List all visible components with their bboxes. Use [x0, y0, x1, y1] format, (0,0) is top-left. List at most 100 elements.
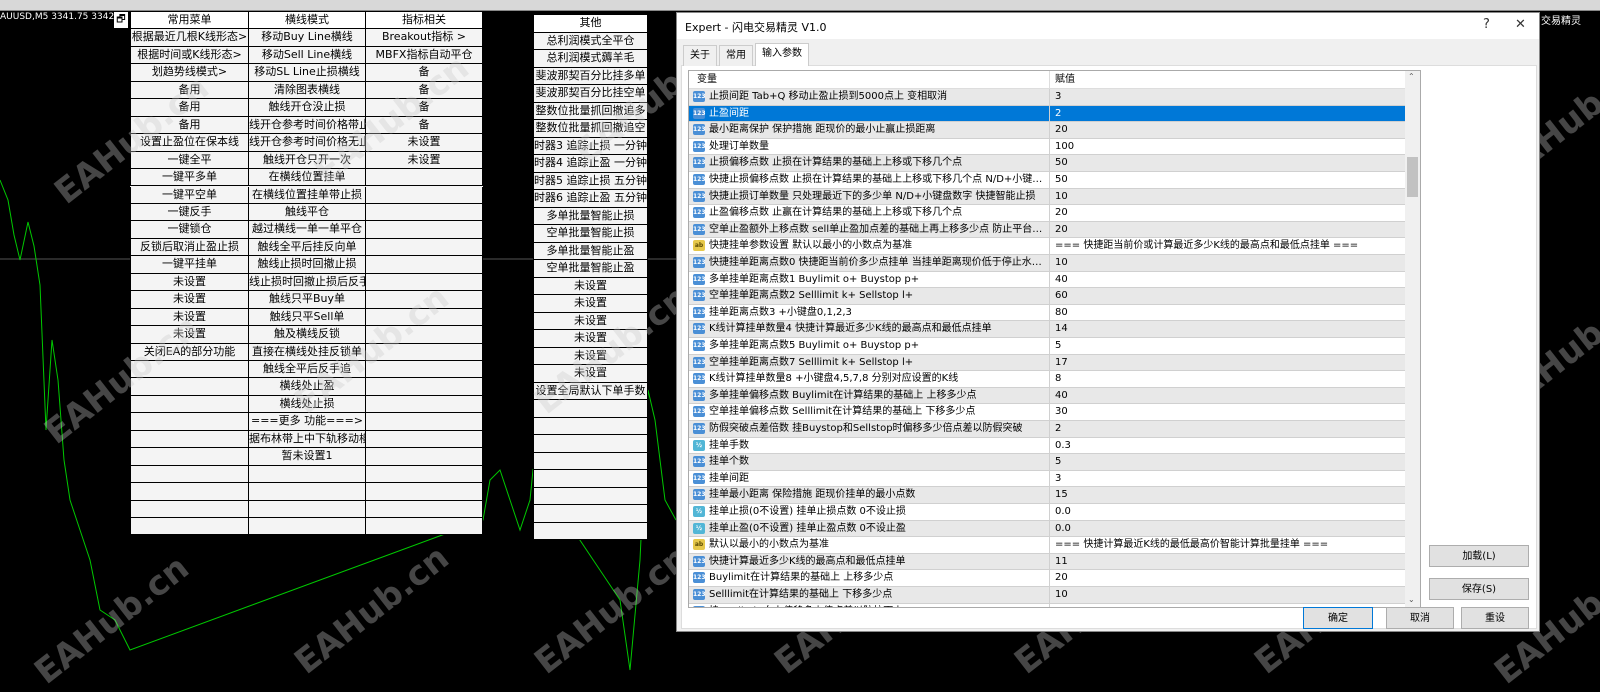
menu-button[interactable]: 根据时间或K线形态>	[130, 46, 249, 65]
tab-input-parameters[interactable]: 输入参数	[755, 43, 809, 66]
menu-button[interactable]: 备	[366, 116, 483, 135]
parameter-row[interactable]: 123 K线计算挂单数量8 +小键盘4,5,7,8 分别对应设置的K线 8	[689, 371, 1405, 388]
parameter-row[interactable]: 123 快捷止损订单数量 只处理最近下的多少单 N/D+小键盘数字 快捷智能止损 1…	[689, 188, 1405, 206]
menu-button[interactable]: 在横线位置挂单带止损	[249, 186, 366, 204]
menu-button[interactable]: Breakout指标 >	[366, 29, 483, 47]
menu-button[interactable]: 划趋势线模式>	[130, 64, 249, 82]
other-menu-button[interactable]: 多单批量智能止损	[533, 207, 648, 225]
menu-button[interactable]: 一键平多单	[130, 169, 249, 187]
other-menu-button[interactable]: 空单批量智能止盈	[533, 260, 648, 278]
parameter-row[interactable]: 123 多单挂单距离点数5 Buylimit o+ Buystop p+ 5	[689, 338, 1405, 355]
parameter-value[interactable]: 0.0	[1049, 520, 1405, 537]
other-menu-button[interactable]: 斐波那契百分比挂多单	[533, 67, 648, 85]
other-menu-button[interactable]: 未设置	[533, 347, 648, 365]
other-menu-button[interactable]: 时器3 追踪止损 一分钟周	[533, 137, 648, 155]
parameter-row[interactable]: 123 挂单个数 5	[689, 454, 1405, 471]
cancel-button[interactable]: 取消	[1386, 607, 1454, 629]
parameter-value[interactable]: 14	[1049, 321, 1405, 338]
parameter-value[interactable]: 10	[1049, 255, 1405, 271]
parameter-value[interactable]: === 快捷距当前价或计算最近多少K线的最高点和最低点挂单 ===	[1049, 238, 1405, 255]
menu-button[interactable]: 触线全平后反手追	[249, 361, 366, 379]
parameter-value[interactable]: 15	[1049, 487, 1405, 504]
parameter-row[interactable]: 123 空单挂单距离点数2 Selllimit k+ Sellstop l+ 60	[689, 288, 1405, 305]
parameter-row[interactable]: 123挂Buylimit 向上偏移多少倍点差以防拉下上2	[689, 603, 1405, 607]
parameter-value[interactable]: 3	[1049, 470, 1405, 487]
menu-button[interactable]: 根据最近几根K线形态>	[130, 29, 249, 47]
scroll-up-icon[interactable]: ⌃	[1408, 72, 1415, 81]
scrollbar-thumb[interactable]	[1407, 157, 1418, 197]
menu-button[interactable]: 线止损时回撤止损后反手	[249, 273, 366, 292]
menu-button[interactable]: 备	[366, 81, 483, 100]
menu-button[interactable]: 备用	[130, 99, 249, 117]
menu-button[interactable]: 备用	[130, 116, 249, 135]
other-menu-button[interactable]: 未设置	[533, 330, 648, 348]
menu-button[interactable]: 一键平空单	[130, 186, 249, 204]
menu-button[interactable]: 触线止损时回撤止损	[249, 256, 366, 274]
parameter-value[interactable]: 20	[1049, 570, 1405, 587]
save-button[interactable]: 保存(S)	[1429, 578, 1529, 600]
other-menu-button[interactable]: 时器6 追踪止盈 五分钟周	[533, 190, 648, 208]
menu-button[interactable]: 触线开仓没止损	[249, 99, 366, 117]
menu-button[interactable]: 一键锁仓	[130, 221, 249, 239]
parameter-value[interactable]: 30	[1049, 404, 1405, 421]
menu-button[interactable]: 直接在横线处挂反锁单	[249, 343, 366, 361]
menu-button[interactable]: 据布林带上中下轨移动横	[249, 430, 366, 449]
parameter-row[interactable]: 123 挂单间距 3	[689, 470, 1405, 488]
other-menu-button[interactable]: 未设置	[533, 295, 648, 313]
menu-button[interactable]: 暂未设置1	[249, 448, 366, 466]
other-menu-button[interactable]: 整数位批量抓回撤追空	[533, 120, 648, 138]
parameter-value[interactable]: 20	[1049, 122, 1405, 139]
menu-button[interactable]: 未设置	[130, 291, 249, 309]
restore-window-icon[interactable]: 🗗	[114, 12, 128, 28]
parameter-row[interactable]: 123 挂单距离点数3 +小键盘0,1,2,3 80	[689, 304, 1405, 322]
menu-button[interactable]: 移动SL Line止损横线	[249, 64, 366, 82]
menu-button[interactable]: 未设置	[366, 151, 483, 170]
menu-button[interactable]: 线开仓参考时间价格无止	[249, 134, 366, 152]
parameter-value[interactable]: 50	[1049, 155, 1405, 172]
parameter-row[interactable]: 123 挂单最小距离 保险措施 距现价挂单的最小点数 15	[689, 487, 1405, 504]
parameter-value[interactable]: 5	[1049, 454, 1405, 471]
menu-button[interactable]: 一键反手	[130, 203, 249, 222]
parameter-value[interactable]: 10	[1049, 188, 1405, 205]
menu-button[interactable]: 移动Sell Line横线	[249, 46, 366, 65]
close-icon[interactable]: ✕	[1515, 17, 1526, 32]
menu-button[interactable]: 一键全平	[130, 151, 249, 170]
menu-button[interactable]: 越过横线一单一单平仓	[249, 221, 366, 239]
menu-button[interactable]: MBFX指标自动平仓	[366, 46, 483, 65]
parameter-row[interactable]: 123 Buylimit在计算结果的基础上 上移多少点 20	[689, 570, 1405, 587]
menu-button[interactable]: 未设置	[130, 326, 249, 344]
menu-button[interactable]: 触线开仓只开一次	[249, 151, 366, 170]
menu-button[interactable]: 未设置	[130, 308, 249, 327]
parameter-value[interactable]: 20	[1049, 205, 1405, 222]
menu-button[interactable]: 横线处止损	[249, 395, 366, 414]
menu-button[interactable]: 备	[366, 64, 483, 82]
parameter-row[interactable]: 123 快捷止损偏移点数 止损在计算结果的基础上上移或下移几个点 N/D+小键盘?…	[689, 172, 1405, 189]
load-button[interactable]: 加载(L)	[1429, 545, 1529, 567]
parameter-value[interactable]: 60	[1049, 288, 1405, 305]
parameter-value[interactable]: 17	[1049, 354, 1405, 371]
parameter-value[interactable]: 40	[1049, 271, 1405, 288]
parameter-value[interactable]: 2	[1049, 421, 1405, 437]
parameter-value[interactable]: 40	[1049, 387, 1405, 404]
ok-button[interactable]: 确定	[1303, 607, 1373, 629]
tab-common[interactable]: 常用	[719, 45, 753, 66]
other-menu-button[interactable]: 设置全局默认下单手数	[533, 382, 648, 400]
parameter-row[interactable]: 123 多单挂单距离点数1 Buylimit o+ Buystop p+ 40	[689, 271, 1405, 289]
parameter-row[interactable]: 123 快捷挂单距离点数0 快捷距当前价多少点挂单 当挂单距离现价低于停止水平..…	[689, 255, 1405, 272]
parameter-row[interactable]: ab 默认以最小的小数点为基准 === 快捷计算最近K线的最低最高价智能计算批量挂单…	[689, 537, 1405, 554]
parameter-row[interactable]: 123 Selllimit在计算结果的基础上 下移多少点 10	[689, 587, 1405, 604]
parameter-value[interactable]: 5	[1049, 338, 1405, 354]
menu-button[interactable]: ===更多 功能===>	[249, 413, 366, 431]
parameter-value[interactable]: 0.3	[1049, 437, 1405, 454]
tab-about[interactable]: 关于	[683, 45, 717, 66]
other-menu-button[interactable]: 多单批量智能止盈	[533, 242, 648, 260]
list-scrollbar[interactable]: ⌃ ⌄	[1405, 71, 1420, 607]
parameter-row[interactable]: 123 快捷计算最近多少K线的最高点和最低点挂单 11	[689, 553, 1405, 571]
menu-button[interactable]: 清除图表横线	[249, 81, 366, 100]
other-menu-button[interactable]: 时器5 追踪止损 五分钟周	[533, 172, 648, 190]
menu-button[interactable]: 关闭EA的部分功能	[130, 343, 249, 361]
parameter-row[interactable]: 123 空单止盈额外上移点数 sell单止盈加点差的基础上再上移多少点 防止平台恶…	[689, 221, 1405, 239]
menu-button[interactable]: 设置止盈位在保本线	[130, 134, 249, 152]
menu-button[interactable]: 触线平仓	[249, 203, 366, 222]
menu-button[interactable]: 一键平挂单	[130, 256, 249, 274]
